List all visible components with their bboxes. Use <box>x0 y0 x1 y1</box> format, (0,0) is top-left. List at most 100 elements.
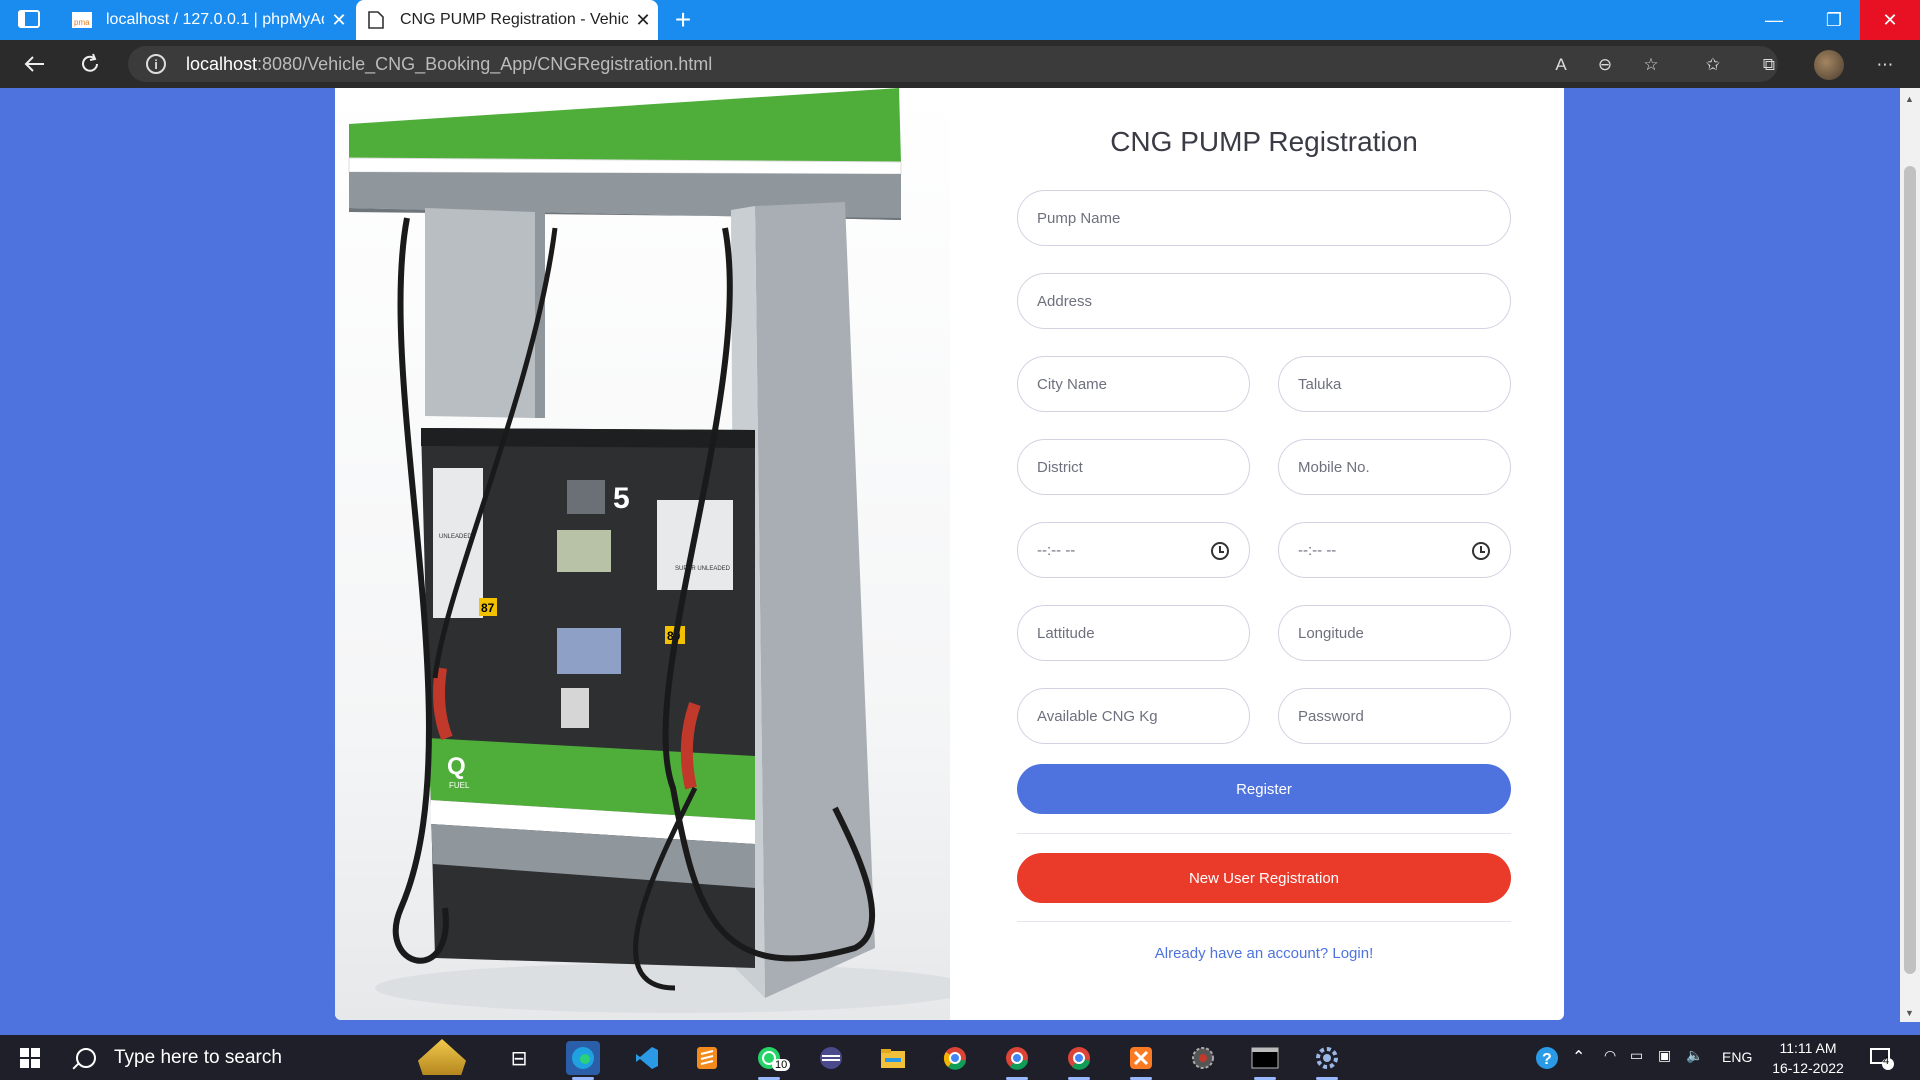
search-highlight-icon[interactable] <box>418 1039 466 1075</box>
new-tab-button[interactable]: + <box>668 0 698 40</box>
favorites-icon[interactable]: ✩ <box>1700 52 1726 78</box>
restore-button[interactable]: ❐ <box>1804 0 1864 40</box>
clock-icon[interactable] <box>1472 542 1490 560</box>
close-time-value[interactable]: --:-- -- <box>1298 542 1336 559</box>
clock-date: 16-12-2022 <box>1772 1060 1844 1076</box>
city-name-input[interactable] <box>1037 375 1249 393</box>
xampp-icon[interactable] <box>1124 1041 1158 1080</box>
right-grade-label: SUPER UNLEADED <box>675 566 731 572</box>
camera-icon[interactable]: ▣ <box>1658 1047 1671 1064</box>
register-button[interactable]: Register <box>1017 764 1511 814</box>
brand-letter: Q <box>447 753 466 780</box>
windows-start-icon[interactable] <box>20 1048 40 1068</box>
new-user-registration-button[interactable]: New User Registration <box>1017 853 1511 903</box>
file-explorer-icon[interactable] <box>876 1041 910 1075</box>
battery-icon[interactable]: ▭ <box>1630 1047 1643 1064</box>
brand-sub: FUEL <box>449 781 470 790</box>
registration-card: 5 UNLEADED SUPER UNLEADED 87 89 Q FUEL C… <box>335 88 1564 1020</box>
city-name-field[interactable] <box>1017 356 1250 412</box>
taluka-input[interactable] <box>1298 375 1510 393</box>
clock-icon[interactable] <box>1211 542 1229 560</box>
page-scrollbar[interactable]: ▲ ▼ <box>1900 88 1920 1022</box>
terminal-icon[interactable] <box>1248 1041 1282 1080</box>
address-input[interactable] <box>1037 292 1510 310</box>
back-button[interactable] <box>18 48 50 80</box>
available-cng-input[interactable] <box>1037 707 1249 725</box>
left-grade-label: UNLEADED <box>439 534 472 540</box>
close-time-field[interactable]: --:-- -- <box>1278 522 1511 578</box>
password-field[interactable] <box>1278 688 1511 744</box>
longitude-input[interactable] <box>1298 624 1510 642</box>
app-icon[interactable] <box>814 1041 848 1075</box>
longitude-field[interactable] <box>1278 605 1511 661</box>
refresh-button[interactable] <box>74 48 106 80</box>
taskbar-search[interactable]: Type here to search <box>62 1035 402 1080</box>
whatsapp-icon[interactable]: 10 <box>752 1041 791 1080</box>
chrome-profile-icon[interactable] <box>1062 1041 1096 1080</box>
search-placeholder: Type here to search <box>114 1046 282 1068</box>
minimize-button[interactable]: — <box>1744 0 1804 40</box>
district-input[interactable] <box>1037 458 1249 476</box>
chevron-up-icon[interactable]: ⌃ <box>1572 1047 1585 1067</box>
login-link[interactable]: Already have an account? Login! <box>1017 945 1511 962</box>
taluka-field[interactable] <box>1278 356 1511 412</box>
more-menu-icon[interactable]: ⋯ <box>1872 52 1898 78</box>
divider <box>1017 921 1511 922</box>
cng-pump-image: 5 UNLEADED SUPER UNLEADED 87 89 Q FUEL <box>335 88 975 1020</box>
info-icon[interactable]: i <box>146 54 166 74</box>
close-icon[interactable]: ✕ <box>324 10 354 31</box>
notification-icon[interactable]: 4 <box>1864 1041 1898 1075</box>
pump-name-field[interactable] <box>1017 190 1511 246</box>
url-text[interactable]: localhost:8080/Vehicle_CNG_Booking_App/C… <box>186 54 712 75</box>
scroll-thumb[interactable] <box>1904 166 1916 974</box>
latitude-input[interactable] <box>1037 624 1249 642</box>
whatsapp-badge: 10 <box>772 1059 791 1071</box>
tab-title: localhost / 127.0.0.1 | phpMyAdmin <box>106 11 324 28</box>
available-cng-field[interactable] <box>1017 688 1250 744</box>
tab-phpmyadmin[interactable]: pma localhost / 127.0.0.1 | phpMyAdmin ✕ <box>62 0 354 40</box>
mobile-field[interactable] <box>1278 439 1511 495</box>
settings-icon[interactable] <box>1310 1041 1344 1080</box>
scroll-up-icon[interactable]: ▲ <box>1905 94 1914 104</box>
zoom-out-icon[interactable]: ⊖ <box>1592 52 1618 78</box>
phpmyadmin-icon: pma <box>72 10 92 30</box>
open-time-field[interactable]: --:-- -- <box>1017 522 1250 578</box>
scroll-down-icon[interactable]: ▼ <box>1905 1008 1914 1018</box>
chrome-icon[interactable] <box>938 1041 972 1075</box>
pump-name-input[interactable] <box>1037 209 1510 227</box>
add-favorite-icon[interactable]: ☆ <box>1638 52 1664 78</box>
tab-cng-registration[interactable]: CNG PUMP Registration - Vehicle CNG Book… <box>356 0 658 40</box>
task-view-icon[interactable]: ⊟ <box>502 1041 536 1075</box>
network-icon[interactable]: ◠ <box>1604 1047 1616 1064</box>
close-icon[interactable]: ✕ <box>628 10 658 31</box>
district-field[interactable] <box>1017 439 1250 495</box>
latitude-field[interactable] <box>1017 605 1250 661</box>
volume-icon[interactable]: 🔈 <box>1686 1047 1703 1064</box>
chrome-profile-icon[interactable] <box>1000 1041 1034 1080</box>
notification-count: 4 <box>1883 1055 1890 1067</box>
search-icon <box>76 1047 96 1068</box>
edge-icon[interactable] <box>566 1041 600 1080</box>
read-aloud-icon[interactable]: A <box>1548 52 1574 78</box>
profile-avatar[interactable] <box>1814 50 1844 80</box>
help-icon[interactable]: ? <box>1530 1041 1564 1075</box>
svg-text:?: ? <box>1542 1051 1552 1068</box>
sublime-icon[interactable] <box>690 1041 724 1075</box>
window-close-button[interactable]: ✕ <box>1860 0 1920 40</box>
password-input[interactable] <box>1298 707 1510 725</box>
address-field[interactable] <box>1017 273 1511 329</box>
browser-toolbar: i localhost:8080/Vehicle_CNG_Booking_App… <box>0 40 1920 88</box>
vscode-icon[interactable] <box>630 1041 664 1075</box>
taskbar-clock[interactable]: 11:11 AM 16-12-2022 <box>1766 1038 1850 1078</box>
left-grade-sticker: 87 <box>481 601 495 615</box>
open-time-value[interactable]: --:-- -- <box>1037 542 1075 559</box>
app-gear-icon[interactable] <box>1186 1041 1220 1075</box>
mobile-input[interactable] <box>1298 458 1510 476</box>
collections-icon[interactable]: ⧉ <box>1756 52 1782 78</box>
page-content: 5 UNLEADED SUPER UNLEADED 87 89 Q FUEL C… <box>0 88 1900 1022</box>
sidebar-toggle-icon[interactable] <box>18 10 40 28</box>
page-title: CNG PUMP Registration <box>1110 126 1418 157</box>
price-number: 5 <box>613 482 630 515</box>
address-bar[interactable]: i localhost:8080/Vehicle_CNG_Booking_App… <box>128 46 1778 82</box>
language-indicator[interactable]: ENG <box>1722 1049 1752 1065</box>
